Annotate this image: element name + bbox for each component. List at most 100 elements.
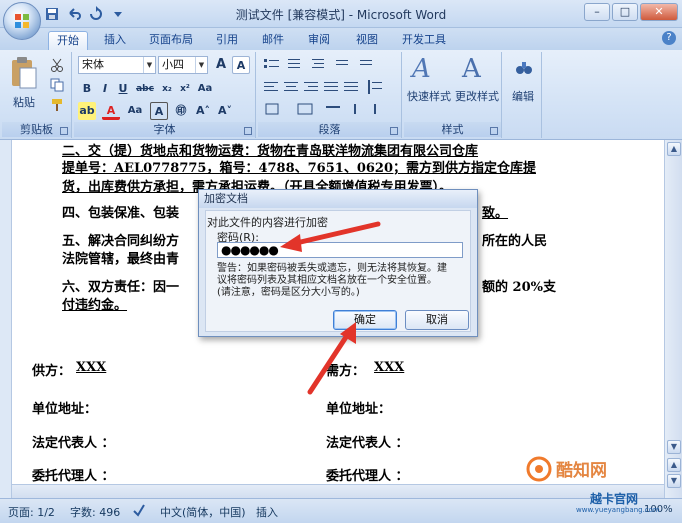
paste-icon[interactable] [10, 56, 38, 92]
password-input[interactable]: ●●●●●● [217, 242, 463, 258]
buyer-agent-label: 委托代理人 ： [326, 469, 409, 484]
doc-line: 法院管辖，最终由青 [62, 252, 180, 267]
character-shading-icon[interactable]: Aa [126, 102, 144, 120]
help-icon[interactable]: ? [662, 31, 676, 45]
paragraph-launcher-icon[interactable] [390, 127, 398, 135]
font-size-combo[interactable]: 小四 ▼ [158, 56, 208, 74]
quick-access-toolbar [44, 5, 126, 23]
maximize-button[interactable]: □ [612, 3, 638, 21]
customize-toolbar-icon[interactable] [110, 6, 126, 22]
redo-icon[interactable] [88, 6, 104, 22]
tab-mailings[interactable]: 邮件 [262, 31, 284, 50]
clear-format-button[interactable]: A [232, 56, 250, 74]
font-color-icon[interactable]: A [102, 102, 120, 120]
supplier-label: 供方： [32, 364, 72, 379]
clipboard-launcher-icon[interactable] [60, 127, 68, 135]
copy-icon[interactable] [50, 78, 64, 92]
bold-button[interactable]: B [78, 80, 96, 98]
vertical-scrollbar[interactable]: ▲ ▼ ▲ ▼ [664, 140, 682, 498]
font-launcher-icon[interactable] [244, 127, 252, 135]
shrink-font-icon[interactable]: A˅ [216, 102, 234, 120]
character-border-icon[interactable]: A [150, 102, 168, 120]
tab-developer[interactable]: 开发工具 [402, 31, 446, 50]
language-status[interactable]: 中文(简体，中国) [160, 504, 246, 520]
office-logo-icon [15, 14, 29, 28]
doc-line: 六、双方责任：因一 [62, 280, 180, 295]
font-name-value: 宋体 [82, 58, 104, 71]
doc-line: 所在的人民 [482, 234, 548, 249]
office-button[interactable] [3, 2, 41, 40]
buyer-rep-label: 法定代表人 ： [326, 436, 409, 451]
font-size-value: 小四 [162, 58, 184, 71]
grow-font-icon[interactable]: A˄ [194, 102, 212, 120]
undo-icon[interactable] [66, 6, 82, 22]
tab-insert[interactable]: 插入 [104, 31, 126, 50]
editing-group: 编辑 [504, 52, 542, 138]
supplier-address-label: 单位地址： [32, 402, 98, 417]
site-watermark: 酷知网 越卡官网 www.yueyangbang.com [520, 450, 680, 520]
proofing-icon[interactable] [132, 503, 146, 517]
supplier-value: XXX [76, 360, 107, 375]
doc-line: 提单号：AEL0778775，箱号：4788、7651、0620；需方到供方指定… [62, 161, 536, 176]
enclose-characters-icon[interactable]: ㊞ [172, 102, 190, 120]
clipboard-group: 粘贴 剪贴板 [2, 52, 72, 138]
change-case-button[interactable]: Aa [196, 80, 214, 98]
styles-launcher-icon[interactable] [490, 127, 498, 135]
tab-view[interactable]: 视图 [356, 31, 378, 50]
editing-label[interactable]: 编辑 [506, 88, 540, 104]
save-icon[interactable] [44, 6, 60, 22]
tab-references[interactable]: 引用 [216, 31, 238, 50]
brand-logo-icon [526, 456, 552, 482]
window-controls: – □ ✕ [584, 3, 678, 21]
buyer-value: XXX [374, 360, 405, 375]
tab-page-layout[interactable]: 页面布局 [149, 31, 193, 50]
font-name-combo[interactable]: 宋体 ▼ [78, 56, 156, 74]
scroll-up-icon[interactable]: ▲ [667, 142, 681, 156]
change-styles-icon[interactable]: A [462, 54, 481, 84]
styles-group: A 快速样式 A 更改样式 样式 [404, 52, 502, 138]
dialog-heading: 对此文件的内容进行加密 [207, 216, 328, 229]
styles-group-label: 样式 [404, 122, 501, 137]
ribbon-tabs: 开始 插入 页面布局 引用 邮件 审阅 视图 开发工具 [0, 28, 682, 50]
brand-site-cn: 越卡官网 [590, 492, 639, 506]
chevron-down-icon[interactable]: ▼ [195, 57, 207, 73]
superscript-button[interactable]: x² [176, 80, 194, 98]
quick-styles-icon[interactable]: A [412, 54, 431, 84]
supplier-agent-label: 委托代理人 ： [32, 469, 115, 484]
page-count[interactable]: 页面: 1/2 [8, 504, 55, 520]
strikethrough-button[interactable]: abc [136, 80, 154, 98]
binoculars-icon[interactable] [514, 58, 534, 78]
font-group-label: 字体 [74, 122, 255, 137]
tab-review[interactable]: 审阅 [308, 31, 330, 50]
change-styles-label[interactable]: 更改样式 [452, 88, 502, 104]
highlight-icon[interactable]: ab [78, 102, 96, 120]
italic-button[interactable]: I [96, 80, 114, 98]
doc-line: 五、解决合同纠纷方 [62, 234, 180, 249]
paste-label[interactable]: 粘贴 [6, 94, 42, 110]
grow-font-button[interactable]: A [212, 56, 230, 74]
doc-line: 四、包装保准、包装 [62, 206, 180, 221]
encrypt-document-dialog: 加密文档 对此文件的内容进行加密 密码(R): ●●●●●● 警告：如果密码被丢… [198, 189, 478, 337]
buyer-address-label: 单位地址： [326, 402, 392, 417]
doc-line: 付违约金。 [62, 298, 128, 313]
insert-mode[interactable]: 插入 [256, 504, 278, 520]
brand-name: 酷知网 [556, 461, 607, 481]
underline-button[interactable]: U [114, 80, 132, 98]
word-count[interactable]: 字数: 496 [70, 504, 120, 520]
doc-line: 致。 [482, 206, 509, 221]
subscript-button[interactable]: x₂ [158, 80, 176, 98]
quick-styles-label[interactable]: 快速样式 [404, 88, 454, 104]
paragraph-group: 段落 [258, 52, 402, 138]
brand-site: www.yueyangbang.com [576, 506, 660, 514]
format-painter-icon[interactable] [50, 98, 64, 112]
buyer-label: 需方： [326, 364, 366, 379]
paragraph-tools-icon[interactable] [262, 56, 398, 118]
cut-icon[interactable] [50, 58, 64, 72]
ribbon: 粘贴 剪贴板 宋体 ▼ 小四 ▼ A A B I U abc x₂ x² Aa ab… [0, 50, 682, 140]
close-button[interactable]: ✕ [640, 3, 678, 21]
minimize-button[interactable]: – [584, 3, 610, 21]
ok-button[interactable]: 确定 [333, 310, 397, 330]
cancel-button[interactable]: 取消 [405, 310, 469, 330]
chevron-down-icon[interactable]: ▼ [143, 57, 155, 73]
tab-home[interactable]: 开始 [48, 31, 88, 50]
